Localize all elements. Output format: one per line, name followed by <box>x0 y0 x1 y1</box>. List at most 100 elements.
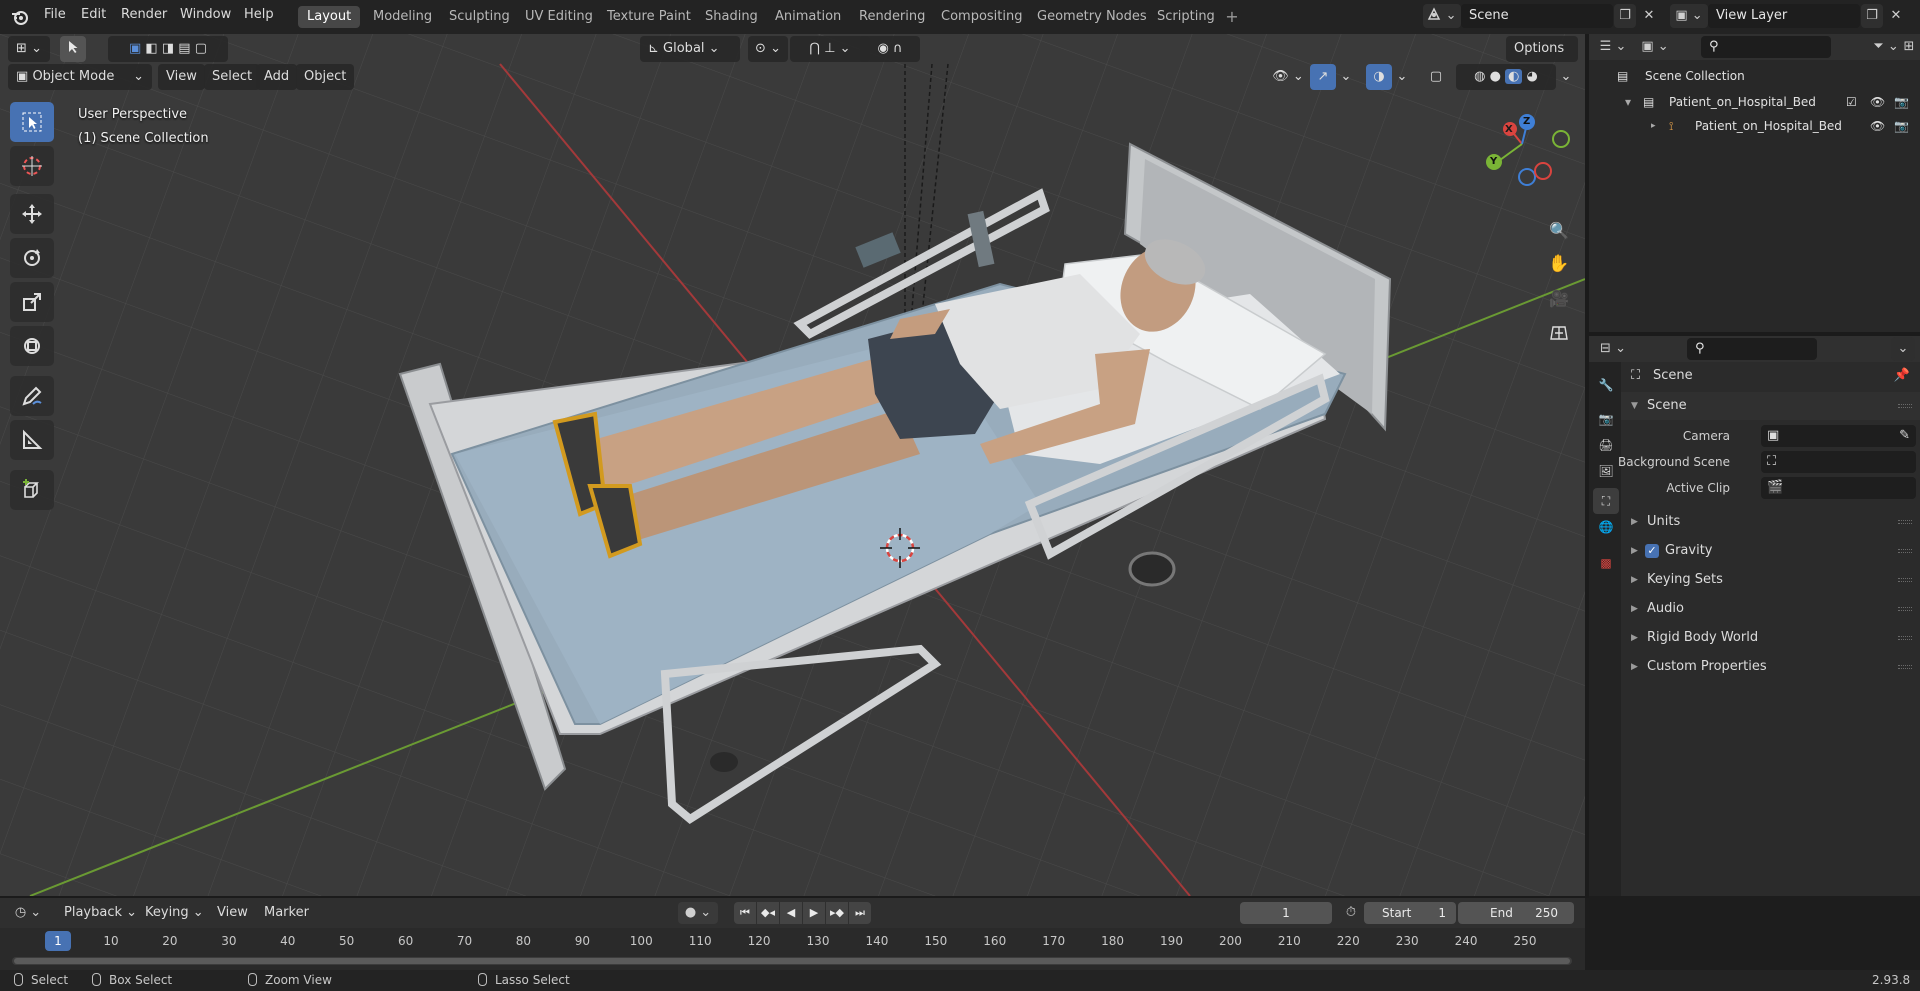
tab-compositing[interactable]: Compositing <box>932 6 1032 28</box>
active-clip-field[interactable]: 🎬 <box>1761 477 1916 499</box>
editor-type-button[interactable]: ⊞ ⌄ <box>8 36 50 62</box>
outliner-collection-row[interactable]: ▾ ▤ Patient_on_Hospital_Bed ☑ 👁 📷 <box>1589 90 1920 114</box>
menu-view[interactable]: View <box>158 64 205 90</box>
xray-toggle[interactable]: ▢ <box>1424 64 1448 90</box>
display-mode-dropdown[interactable]: ▣ ⌄ <box>1635 35 1675 59</box>
camera-render-icon[interactable]: 📷 <box>1894 114 1909 138</box>
menu-file[interactable]: File <box>44 7 66 22</box>
visibility-dropdown[interactable]: 👁 ⌄ <box>1266 64 1310 90</box>
background-scene-field[interactable]: ⛶ <box>1761 451 1916 473</box>
properties-options-dropdown[interactable]: ⌄ <box>1891 337 1915 361</box>
timeline-scrollbar[interactable] <box>12 957 1572 965</box>
properties-search-input[interactable]: ⚲ <box>1687 338 1817 360</box>
tab-animation[interactable]: Animation <box>766 6 850 28</box>
panel-custom-properties-header[interactable]: ▶ Custom Properties <box>1621 653 1920 681</box>
show-gizmo-toggle[interactable]: ↗ <box>1310 64 1336 90</box>
shading-mode-buttons[interactable]: ◍ ● ◐ ◕ <box>1456 64 1556 90</box>
tool-cursor[interactable] <box>10 146 54 186</box>
drag-grip-icon[interactable] <box>1898 578 1912 582</box>
mode-dropdown[interactable]: ▣ Object Mode ⌄ <box>8 64 152 90</box>
preview-range-toggle[interactable]: ⏱ <box>1340 902 1362 924</box>
tab-modeling[interactable]: Modeling <box>364 6 441 28</box>
tab-uv-editing[interactable]: UV Editing <box>516 6 602 28</box>
tool-select-box[interactable] <box>10 102 54 142</box>
drag-grip-icon[interactable] <box>1898 607 1912 611</box>
menu-marker[interactable]: Marker <box>264 905 309 920</box>
eye-icon[interactable]: 👁 <box>1870 114 1885 138</box>
panel-units-header[interactable]: ▶ Units <box>1621 508 1920 536</box>
menu-select[interactable]: Select <box>204 64 261 90</box>
panel-rigid-body-world-header[interactable]: ▶ Rigid Body World <box>1621 624 1920 652</box>
pin-icon[interactable]: 📌 <box>1894 362 1910 390</box>
outliner-editor-type[interactable]: ☰ ⌄ <box>1595 35 1631 59</box>
timeline-editor-type[interactable]: ◷ ⌄ <box>8 901 48 925</box>
scrollbar-thumb[interactable] <box>14 958 1570 964</box>
drag-grip-icon[interactable] <box>1898 520 1912 524</box>
zoom-view-button[interactable]: 🔍 <box>1543 214 1575 246</box>
new-collection-button[interactable]: ⊞ <box>1899 35 1919 59</box>
properties-editor-type[interactable]: ⊟ ⌄ <box>1595 337 1631 361</box>
menu-keying[interactable]: Keying ⌄ <box>145 905 204 920</box>
menu-playback[interactable]: Playback ⌄ <box>64 905 137 920</box>
snapping-controls[interactable]: ⋂ ⊥ ⌄ <box>790 36 870 62</box>
view-layer-selector-button[interactable]: ▣ ⌄ <box>1670 4 1708 28</box>
tool-move[interactable] <box>10 194 54 234</box>
menu-add[interactable]: Add <box>256 64 298 90</box>
new-view-layer-button[interactable]: ❐ <box>1861 4 1883 28</box>
menu-object[interactable]: Object <box>296 64 355 90</box>
proportional-editing-controls[interactable]: ◉ ∩ <box>860 36 920 62</box>
panel-keying-sets-header[interactable]: ▶ Keying Sets <box>1621 566 1920 594</box>
tool-rotate[interactable] <box>10 238 54 278</box>
tab-texture-paint[interactable]: Texture Paint <box>598 6 700 28</box>
menu-edit[interactable]: Edit <box>81 7 106 22</box>
drag-grip-icon[interactable] <box>1898 404 1912 408</box>
tab-scripting[interactable]: Scripting <box>1148 6 1224 28</box>
remove-view-layer-button[interactable]: ✕ <box>1885 4 1907 28</box>
panel-gravity-header[interactable]: ▶ ✓ Gravity <box>1621 537 1920 565</box>
expand-triangle-icon[interactable]: ▸ <box>1651 114 1656 138</box>
drag-grip-icon[interactable] <box>1898 549 1912 553</box>
menu-help[interactable]: Help <box>244 7 274 22</box>
filter-dropdown[interactable]: ⏷ ⌄ <box>1871 35 1901 59</box>
tab-geometry-nodes[interactable]: Geometry Nodes <box>1028 6 1156 28</box>
camera-field[interactable]: ▣ ✎ <box>1761 425 1916 447</box>
jump-to-end-button[interactable]: ⏭ <box>849 902 871 924</box>
blender-logo-icon[interactable] <box>11 8 29 26</box>
outliner-search-input[interactable]: ⚲ <box>1701 36 1831 58</box>
drag-grip-icon[interactable] <box>1898 665 1912 669</box>
jump-to-keyframe-forward-button[interactable]: ▸◆ <box>826 902 848 924</box>
select-cursor-tool-button[interactable] <box>60 36 86 62</box>
3d-viewport[interactable]: X Z Y ⊞ ⌄ ▣ ◧ ◨ ▤ ▢ ⊾ Global ⌄ ⊙ ⌄ ⋂ ⊥ ⌄… <box>0 34 1585 896</box>
drag-grip-icon[interactable] <box>1898 636 1912 640</box>
view-layer-field[interactable]: View Layer <box>1708 4 1860 28</box>
tab-texture[interactable]: ▩ <box>1593 550 1619 576</box>
exclude-checkbox-icon[interactable]: ☑ <box>1846 90 1857 114</box>
new-scene-button[interactable]: ❐ <box>1614 4 1636 28</box>
add-workspace-button[interactable]: + <box>1223 8 1241 26</box>
expand-triangle-icon[interactable]: ▾ <box>1625 90 1631 114</box>
tool-measure[interactable] <box>10 420 54 460</box>
menu-window[interactable]: Window <box>180 7 231 22</box>
play-reverse-button[interactable]: ◀ <box>780 902 802 924</box>
tool-annotate[interactable] <box>10 376 54 416</box>
jump-to-start-button[interactable]: ⏮ <box>734 902 756 924</box>
shading-dropdown[interactable]: ⌄ <box>1556 64 1576 90</box>
tool-add-cube[interactable] <box>10 470 54 510</box>
eye-icon[interactable]: 👁 <box>1870 90 1885 114</box>
tab-shading[interactable]: Shading <box>696 6 767 28</box>
scene-name-field[interactable]: Scene <box>1461 4 1613 28</box>
outliner-object-row[interactable]: ▸ ⟟ Patient_on_Hospital_Bed 👁 📷 <box>1589 114 1920 138</box>
gravity-checkbox[interactable]: ✓ <box>1645 544 1659 558</box>
camera-view-button[interactable]: 🎥 <box>1543 282 1575 314</box>
start-frame-field[interactable]: Start 1 <box>1364 902 1456 924</box>
remove-scene-button[interactable]: ✕ <box>1638 4 1660 28</box>
gizmo-dropdown[interactable]: ⌄ <box>1336 64 1356 90</box>
tool-scale[interactable] <box>10 282 54 322</box>
tab-world[interactable]: 🌐 <box>1593 514 1619 540</box>
tab-rendering[interactable]: Rendering <box>850 6 934 28</box>
auto-keying-toggle[interactable]: ● ⌄ <box>678 902 718 924</box>
panel-audio-header[interactable]: ▶ Audio <box>1621 595 1920 623</box>
end-frame-field[interactable]: End 250 <box>1458 902 1574 924</box>
pivot-point-dropdown[interactable]: ⊙ ⌄ <box>748 36 788 62</box>
perspective-toggle-button[interactable] <box>1543 316 1575 348</box>
